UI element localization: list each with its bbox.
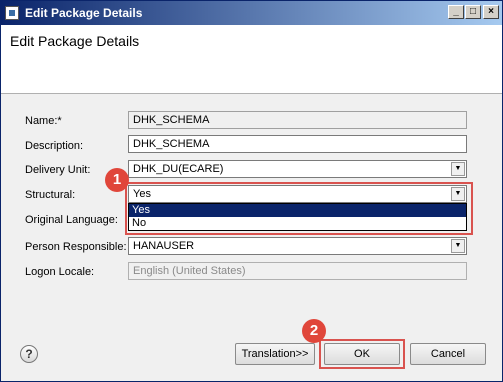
name-field: DHK_SCHEMA: [128, 111, 467, 129]
dialog-header: Edit Package Details: [1, 25, 502, 94]
chevron-down-icon[interactable]: ▼: [451, 162, 465, 176]
chevron-down-icon[interactable]: ▼: [451, 239, 465, 253]
logon-locale-label: Logon Locale:: [25, 266, 95, 278]
delivery-unit-value: DHK_DU(ECARE): [133, 163, 224, 175]
original-language-label: Original Language:: [25, 214, 118, 226]
dialog-window: Edit Package Details _ □ × Edit Package …: [0, 0, 503, 382]
structural-label: Structural:: [25, 189, 76, 201]
description-label: Description:: [25, 140, 84, 152]
window-icon: [5, 6, 19, 20]
name-label: Name:*: [25, 115, 62, 127]
highlight-box-structural: [125, 182, 473, 235]
window-title: Edit Package Details: [25, 6, 143, 20]
maximize-icon[interactable]: □: [465, 5, 481, 19]
logon-locale-field: English (United States): [128, 262, 467, 280]
step-badge-1: 1: [105, 168, 129, 192]
help-icon[interactable]: ?: [20, 345, 38, 363]
delivery-unit-select[interactable]: DHK_DU(ECARE) ▼: [128, 160, 467, 178]
delivery-unit-label: Delivery Unit:: [25, 164, 91, 176]
minimize-icon[interactable]: _: [448, 5, 464, 19]
cancel-button[interactable]: Cancel: [410, 343, 486, 365]
close-icon[interactable]: ×: [483, 5, 499, 19]
person-responsible-label: Person Responsible:: [25, 241, 127, 253]
highlight-box-ok: [319, 339, 405, 369]
person-responsible-value: HANAUSER: [133, 240, 195, 252]
translation-button[interactable]: Translation>>: [235, 343, 315, 365]
step-badge-2: 2: [302, 319, 326, 343]
description-field[interactable]: DHK_SCHEMA: [128, 135, 467, 153]
person-responsible-select[interactable]: HANAUSER ▼: [128, 237, 467, 255]
page-title: Edit Package Details: [10, 33, 140, 49]
title-bar[interactable]: Edit Package Details _ □ ×: [1, 1, 502, 25]
